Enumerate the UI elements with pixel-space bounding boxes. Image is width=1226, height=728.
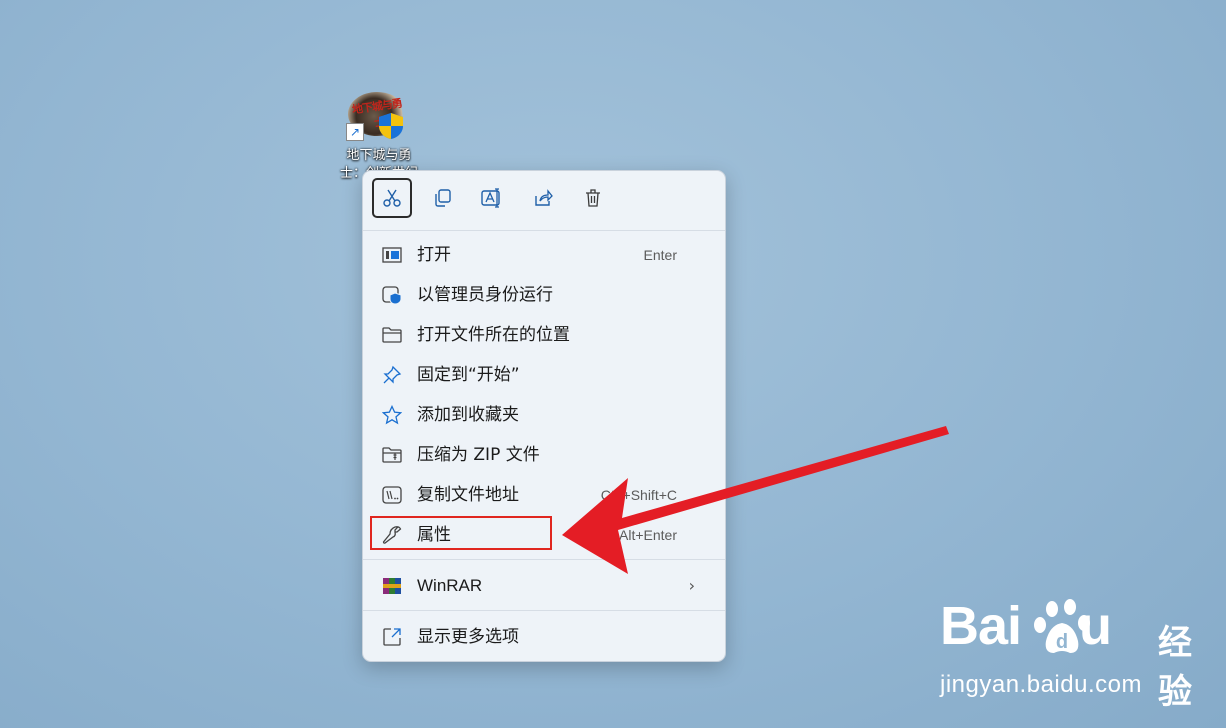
menu-item-label: 打开 xyxy=(417,245,451,265)
menu-item-run-as-admin[interactable]: 以管理员身份运行 xyxy=(371,277,717,313)
copy-icon xyxy=(435,189,451,207)
menu-item-open[interactable]: 打开 Enter xyxy=(371,237,717,273)
context-menu: 打开 Enter 以管理员身份运行 打开文件所在的位置 固定到“开始” 添加到收… xyxy=(362,170,726,662)
menu-item-label: 压缩为 ZIP 文件 xyxy=(417,445,540,465)
paw-icon: d xyxy=(1034,599,1090,653)
context-toolbar xyxy=(363,171,725,229)
shortcut-arrow-icon: ↗ xyxy=(346,123,364,141)
menu-item-shortcut: Alt+Enter xyxy=(619,527,677,543)
folder-icon xyxy=(381,325,403,345)
rename-button[interactable] xyxy=(472,178,512,218)
chevron-right-icon: › xyxy=(688,576,695,595)
menu-item-label: 添加到收藏夹 xyxy=(417,405,519,425)
pin-icon xyxy=(381,365,403,385)
trash-icon xyxy=(586,189,600,207)
menu-item-label: 以管理员身份运行 xyxy=(417,285,553,305)
menu-item-label: 打开文件所在的位置 xyxy=(417,325,570,345)
menu-item-open-location[interactable]: 打开文件所在的位置 xyxy=(371,317,717,353)
menu-item-label: 复制文件地址 xyxy=(417,485,519,505)
admin-shield-icon xyxy=(381,285,403,305)
menu-item-add-to-favorites[interactable]: 添加到收藏夹 xyxy=(371,397,717,433)
highlight-box xyxy=(370,516,552,550)
copy-path-icon xyxy=(381,485,403,505)
zip-folder-icon xyxy=(381,445,403,465)
baidu-watermark: Bai u d 经验 jingyan.baidu.com xyxy=(940,595,1192,712)
svg-text:d: d xyxy=(1056,631,1068,653)
menu-item-label: 显示更多选项 xyxy=(417,627,519,647)
cut-button[interactable] xyxy=(372,178,412,218)
menu-divider xyxy=(363,230,725,231)
menu-divider xyxy=(363,559,725,560)
menu-item-compress-zip[interactable]: 压缩为 ZIP 文件 xyxy=(371,437,717,473)
delete-button[interactable] xyxy=(573,178,613,218)
menu-item-label: WinRAR xyxy=(417,576,483,595)
menu-item-winrar[interactable]: WinRAR › xyxy=(371,568,717,604)
menu-item-copy-path[interactable]: 复制文件地址 Ctrl+Shift+C xyxy=(371,477,717,513)
star-icon xyxy=(381,405,403,425)
menu-item-shortcut: Enter xyxy=(643,247,677,263)
open-window-icon xyxy=(381,245,403,265)
share-button[interactable] xyxy=(523,178,563,218)
copy-button[interactable] xyxy=(422,178,462,218)
more-options-icon xyxy=(381,627,403,647)
uac-shield-icon xyxy=(379,113,403,139)
watermark-product: 经验 xyxy=(1158,623,1192,712)
menu-item-pin-to-start[interactable]: 固定到“开始” xyxy=(371,357,717,393)
winrar-icon xyxy=(381,576,403,596)
share-icon xyxy=(535,189,553,206)
watermark-url: jingyan.baidu.com xyxy=(940,671,1142,698)
menu-item-show-more-options[interactable]: 显示更多选项 xyxy=(371,619,717,655)
rename-icon xyxy=(481,188,500,208)
scissors-icon xyxy=(383,189,401,207)
menu-divider xyxy=(363,610,725,611)
menu-item-shortcut: Ctrl+Shift+C xyxy=(600,487,677,503)
menu-item-label: 固定到“开始” xyxy=(417,365,520,385)
